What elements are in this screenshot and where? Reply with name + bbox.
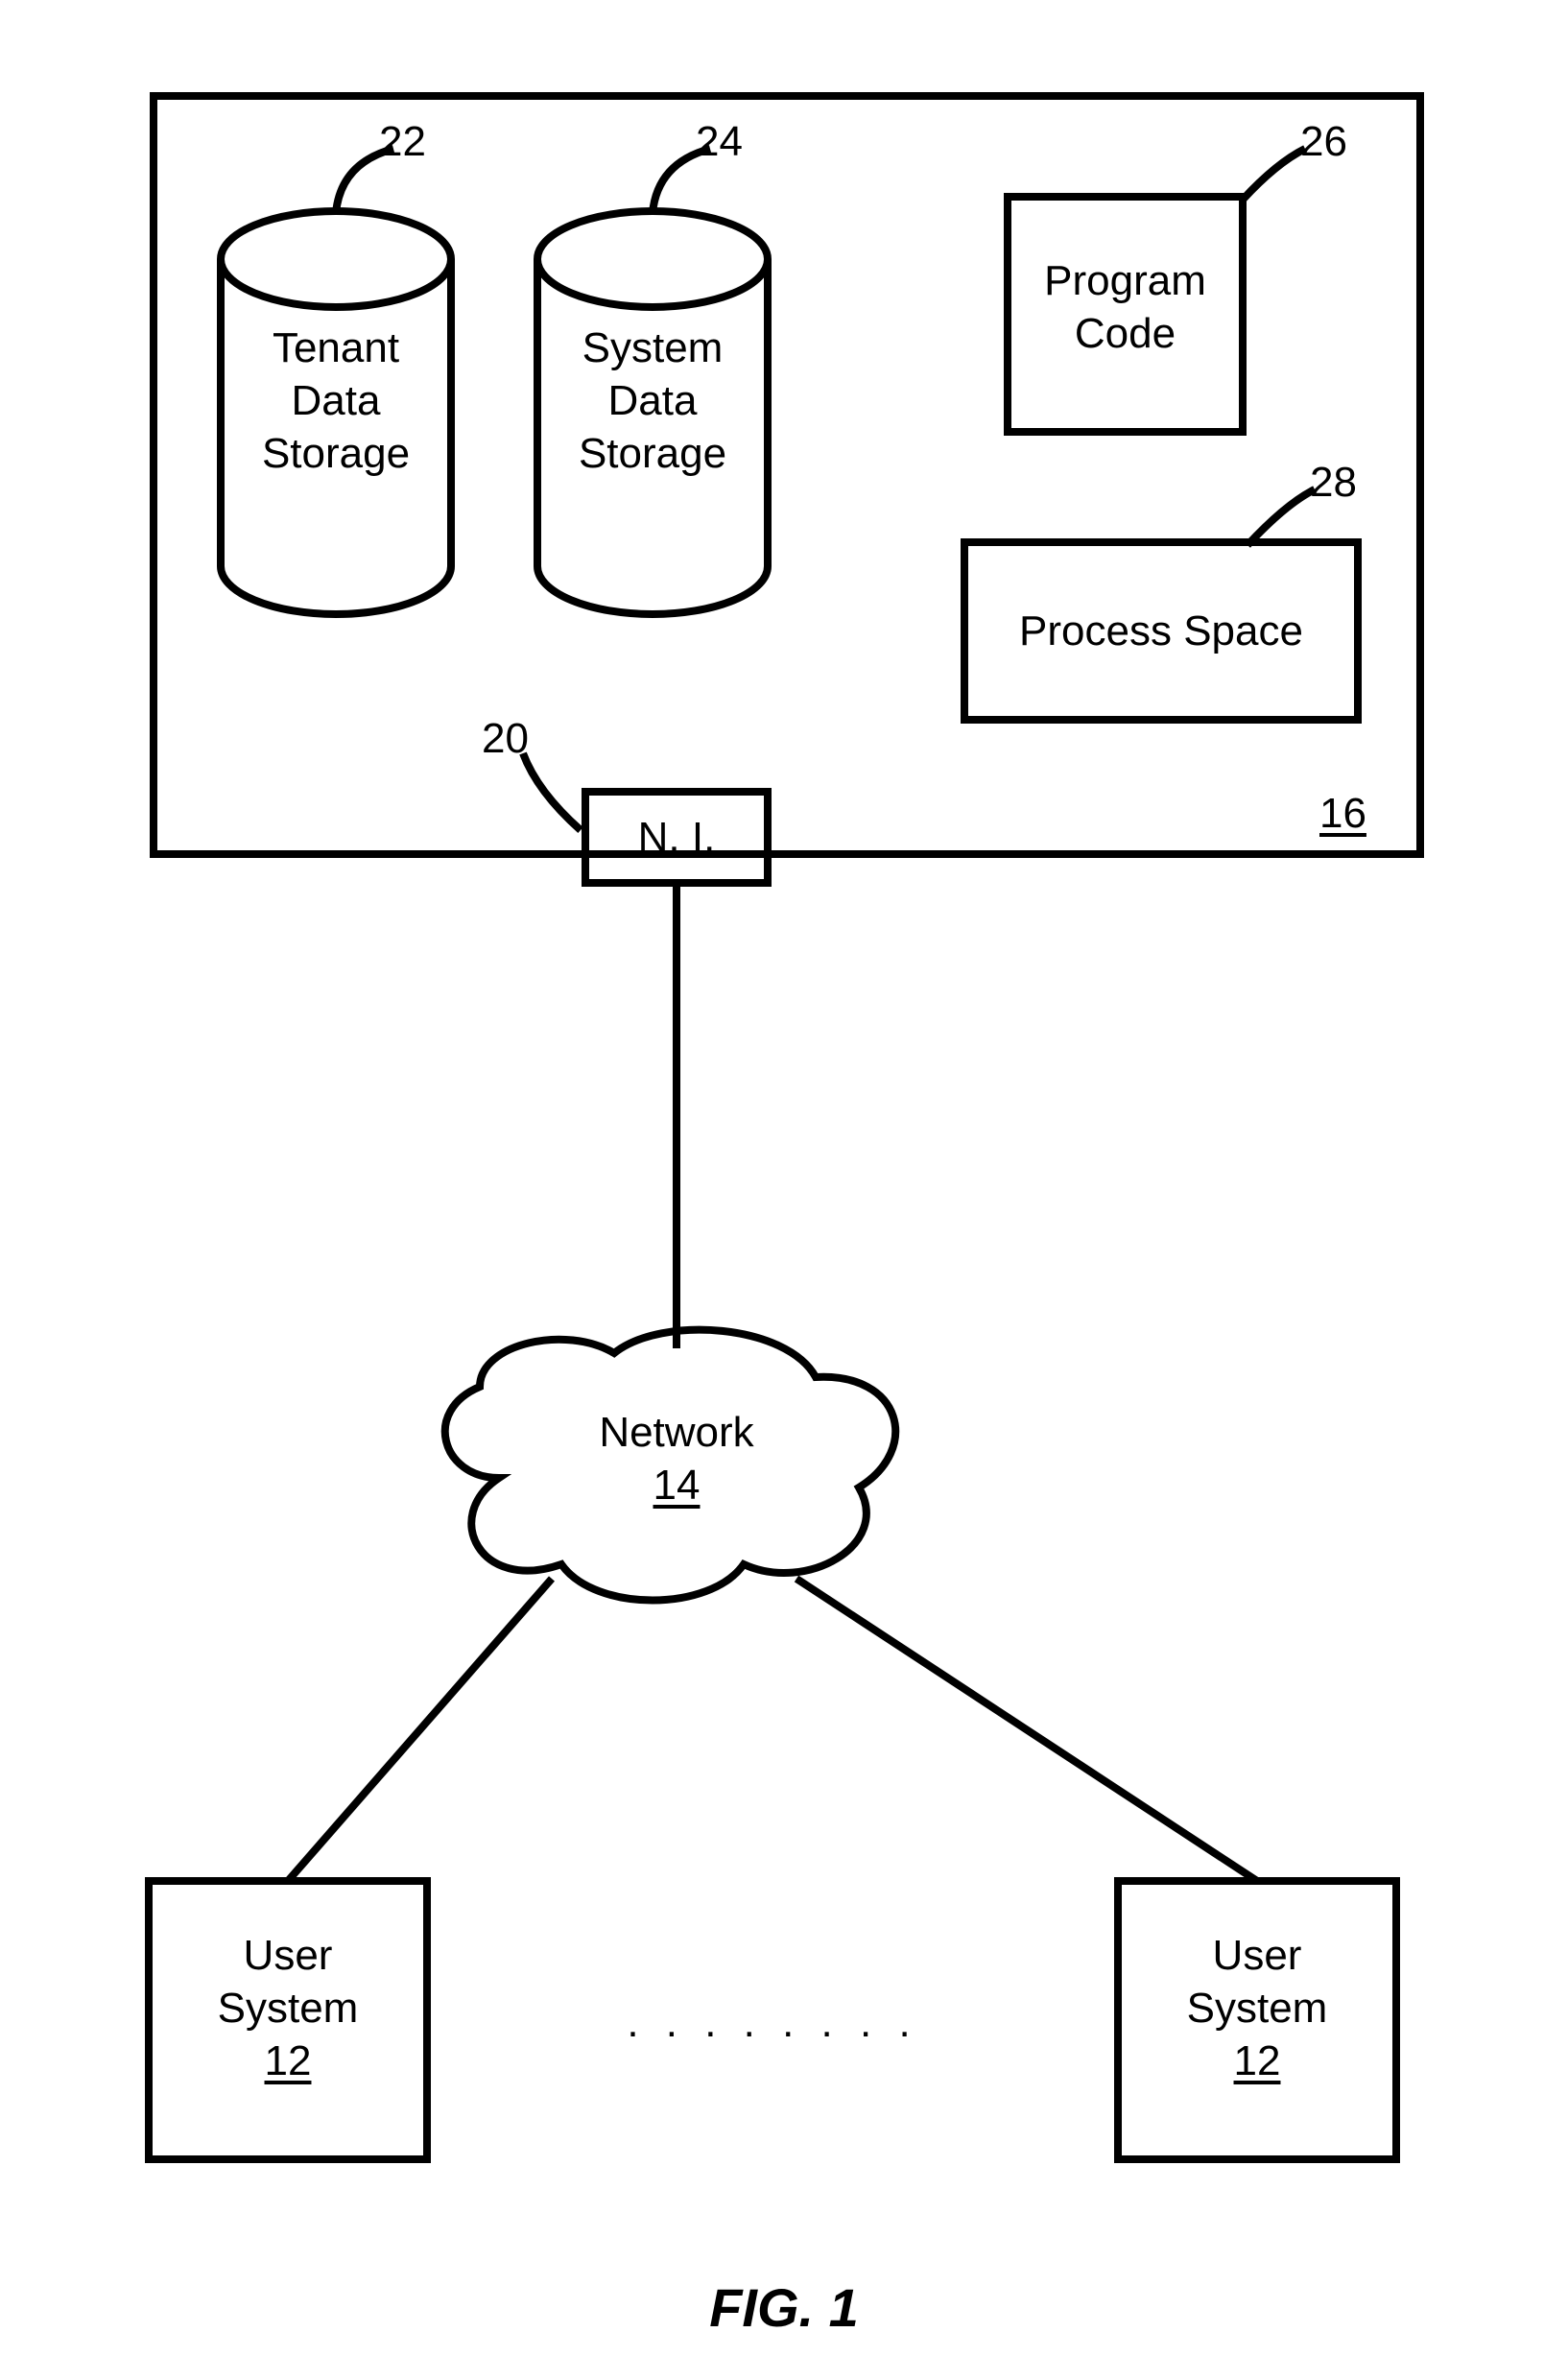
leader-20 (523, 753, 581, 830)
figure-caption: FIG. 1 (0, 2274, 1568, 2342)
user-system-right-line2: System (1187, 1985, 1328, 2032)
network-label-text: Network (599, 1409, 753, 1456)
system-storage-line3: Storage (579, 430, 726, 477)
ref-20: 20 (482, 712, 529, 765)
process-space-label: Process Space (964, 605, 1358, 657)
diagram-canvas: 22 24 26 28 20 16 Tenant Data Storage Sy… (0, 0, 1568, 2380)
ellipsis: . . . . . . . . (499, 1996, 1046, 2049)
user-system-right-ref: 12 (1234, 2037, 1281, 2084)
ref-16: 16 (1319, 787, 1366, 840)
program-code-line2: Code (1075, 310, 1176, 357)
network-label: Network 14 (537, 1406, 816, 1511)
system-storage-line2: Data (608, 377, 698, 424)
program-code-line1: Program (1044, 257, 1206, 304)
link-network-user-left (288, 1579, 552, 1881)
tenant-storage-line3: Storage (262, 430, 410, 477)
leader-28 (1247, 489, 1315, 545)
ref-28: 28 (1310, 456, 1357, 509)
user-system-left-line1: User (244, 1932, 333, 1979)
tenant-storage-line2: Data (292, 377, 381, 424)
ref-22: 22 (379, 115, 426, 168)
system-storage-line1: System (582, 324, 724, 371)
tenant-storage-line1: Tenant (273, 324, 399, 371)
ref-24: 24 (696, 115, 743, 168)
user-system-left-label: User System 12 (149, 1929, 427, 2087)
system-storage-label: System Data Storage (537, 321, 768, 480)
program-code-label: Program Code (1008, 254, 1243, 360)
network-ref: 14 (653, 1462, 701, 1509)
user-system-right-label: User System 12 (1118, 1929, 1396, 2087)
ref-26: 26 (1300, 115, 1347, 168)
network-interface-label: N. I. (585, 811, 768, 864)
user-system-right-line1: User (1213, 1932, 1302, 1979)
link-network-user-right (796, 1579, 1257, 1881)
leader-26 (1243, 149, 1305, 200)
user-system-left-line2: System (218, 1985, 359, 2032)
user-system-left-ref: 12 (265, 2037, 312, 2084)
tenant-storage-label: Tenant Data Storage (221, 321, 451, 480)
